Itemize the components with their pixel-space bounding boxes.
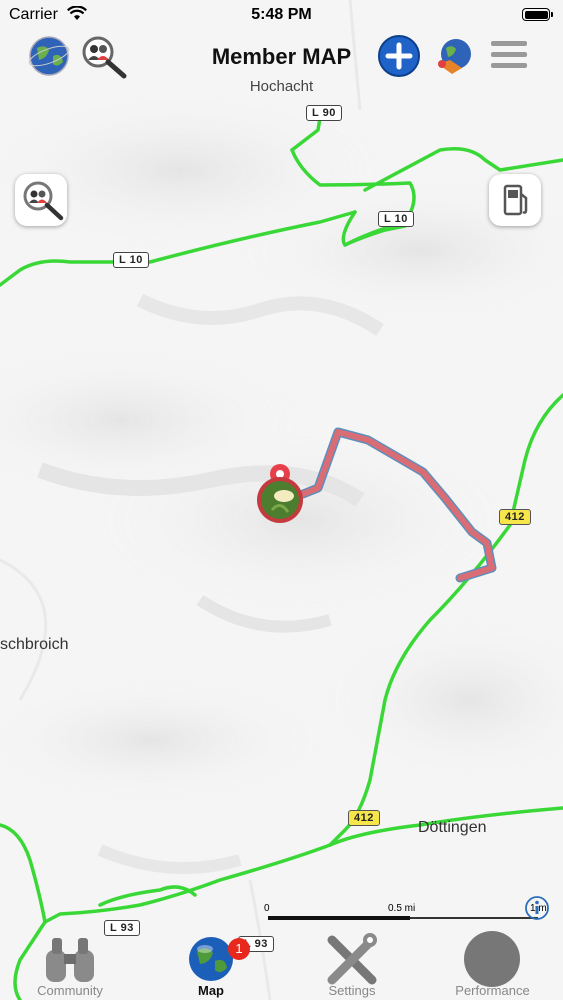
tab-community[interactable]: Community bbox=[0, 928, 140, 1000]
road-label: 412 bbox=[348, 810, 380, 826]
fuel-pump-icon bbox=[503, 184, 528, 216]
globe-pin-icon[interactable] bbox=[432, 34, 476, 78]
menu-icon[interactable] bbox=[489, 38, 529, 72]
tools-icon bbox=[327, 933, 377, 985]
fuel-button[interactable] bbox=[489, 174, 541, 226]
scale-bar bbox=[268, 916, 538, 920]
notification-badge: 1 bbox=[228, 938, 250, 960]
tab-performance[interactable]: Performance bbox=[422, 928, 563, 1000]
globe-icon bbox=[189, 937, 233, 981]
road-label: L 10 bbox=[113, 252, 149, 268]
member-search-icon[interactable] bbox=[80, 34, 128, 80]
member-search-icon bbox=[23, 181, 64, 221]
member-search-button[interactable] bbox=[15, 174, 67, 226]
road-label: 412 bbox=[499, 509, 531, 525]
scale-middle: 0.5 mi bbox=[388, 903, 416, 914]
road-label: L 10 bbox=[378, 211, 414, 227]
tab-label: Settings bbox=[328, 983, 376, 998]
add-icon[interactable] bbox=[377, 34, 421, 78]
info-icon[interactable] bbox=[522, 895, 552, 921]
tab-map[interactable]: 1 Map bbox=[140, 928, 282, 1000]
road-label: L 90 bbox=[306, 105, 342, 121]
scale-start: 0 bbox=[264, 903, 270, 914]
tab-settings[interactable]: Settings bbox=[282, 928, 422, 1000]
gauge-icon bbox=[464, 931, 520, 987]
place-label: Döttingen bbox=[418, 819, 487, 836]
clock: 5:48 PM bbox=[251, 6, 312, 23]
tab-bar: Community 1 Map Settings Performance bbox=[0, 928, 563, 1000]
globe-icon[interactable] bbox=[27, 34, 71, 78]
binoculars-icon bbox=[46, 938, 94, 982]
tab-label: Map bbox=[198, 983, 224, 998]
tab-label: Performance bbox=[455, 983, 530, 998]
page-subtitle: Hochacht bbox=[249, 78, 314, 95]
map-canvas[interactable] bbox=[0, 0, 563, 1000]
tab-label: Community bbox=[37, 983, 103, 998]
status-bar: Carrier 5:48 PM bbox=[0, 0, 563, 30]
battery-icon bbox=[522, 8, 553, 21]
place-label: schbroich bbox=[0, 636, 69, 653]
